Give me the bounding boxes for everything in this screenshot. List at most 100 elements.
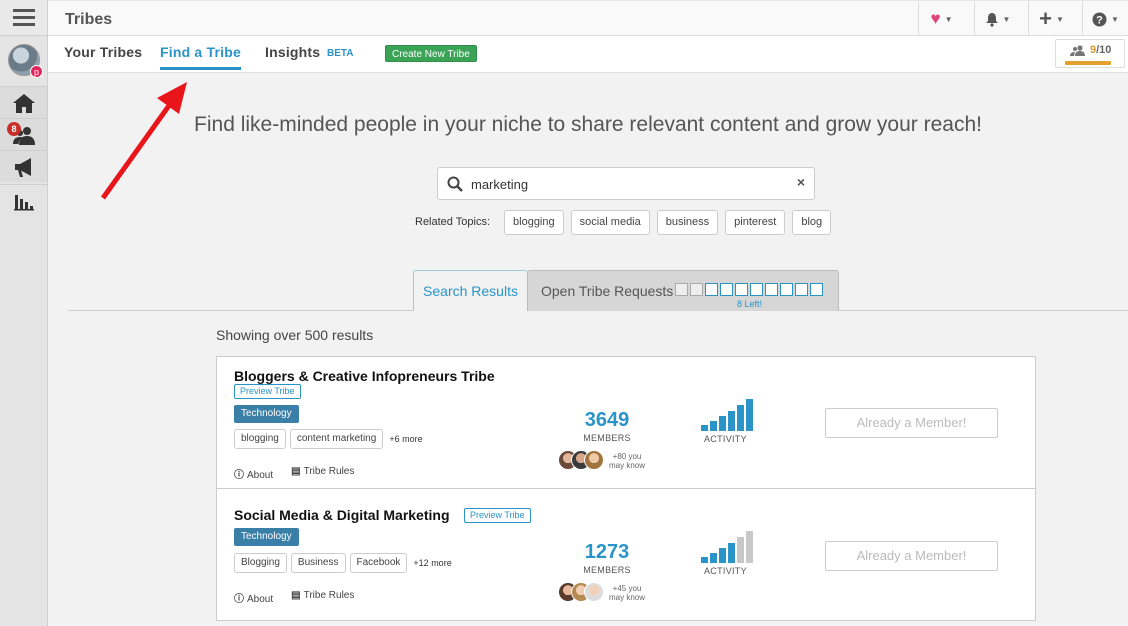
about-link[interactable]: ⓘ About	[234, 466, 273, 481]
tribe-tags: Blogging Business Facebook +12 more	[234, 553, 452, 573]
heart-icon: ♥	[930, 9, 941, 28]
chevron-down-icon: ▼	[944, 14, 953, 24]
related-topic-chip[interactable]: pinterest	[725, 209, 786, 235]
tribe-card: Social Media & Digital Marketing Preview…	[216, 488, 1036, 621]
users-icon	[1070, 44, 1085, 56]
favorites-button[interactable]: ♥ ▼	[918, 1, 964, 37]
info-icon: ⓘ	[234, 470, 244, 481]
tab-open-tribe-requests[interactable]: Open Tribe Requests 8 Left!	[527, 270, 839, 311]
mutual-member-avatars[interactable]	[558, 450, 604, 470]
quota-total: /10	[1096, 44, 1112, 56]
open-request-slot	[780, 283, 793, 296]
tag-chip[interactable]: Blogging	[234, 553, 287, 573]
about-label: About	[247, 470, 274, 481]
activity-bar	[737, 537, 744, 563]
open-request-slot	[720, 283, 733, 296]
create-new-tribe-button[interactable]: Create New Tribe	[385, 45, 477, 62]
bell-icon	[985, 12, 998, 27]
tribes-nav-button[interactable]: 8	[0, 118, 47, 150]
you-may-know-text: +45 you may know	[609, 584, 645, 602]
tag-chip[interactable]: Business	[290, 553, 346, 573]
activity-bar	[701, 557, 708, 563]
megaphone-icon[interactable]	[0, 150, 47, 182]
add-button[interactable]: + ▼	[1028, 1, 1074, 37]
you-may-know-label: may know	[609, 593, 646, 602]
plus-icon: +	[1039, 6, 1052, 31]
already-member-button[interactable]: Already a Member!	[825, 408, 998, 438]
related-topic-chip[interactable]: blogging	[504, 209, 564, 235]
avatar	[584, 582, 604, 602]
search-value: marketing	[471, 177, 529, 192]
category-badge[interactable]: Technology	[234, 528, 299, 546]
document-icon: ▤	[291, 466, 301, 477]
open-request-slot	[705, 283, 718, 296]
tag-chip[interactable]: Facebook	[349, 553, 408, 573]
bar-chart-icon[interactable]	[0, 184, 47, 216]
tab-find-a-tribe[interactable]: Find a Tribe	[160, 44, 241, 60]
open-request-slot	[765, 283, 778, 296]
red-annotation-arrow	[100, 82, 187, 200]
tribe-links: ⓘ About ▤ Tribe Rules	[234, 466, 354, 481]
svg-text:?: ?	[1096, 14, 1103, 26]
tab-search-results[interactable]: Search Results	[413, 270, 528, 311]
open-tribe-requests-label: Open Tribe Requests	[541, 283, 674, 299]
used-request-slot	[690, 283, 703, 296]
activity-bar	[737, 405, 744, 431]
already-member-button[interactable]: Already a Member!	[825, 541, 998, 571]
tribe-search-input[interactable]: marketing ×	[437, 167, 815, 200]
tribe-name[interactable]: Social Media & Digital Marketing	[234, 507, 450, 523]
info-icon: ⓘ	[234, 594, 244, 605]
page-headline: Find like-minded people in your niche to…	[194, 113, 982, 136]
activity-label: ACTIVITY	[704, 434, 747, 444]
activity-bar	[719, 416, 726, 431]
related-topic-chip[interactable]: business	[656, 209, 719, 235]
related-topic-chip[interactable]: social media	[570, 209, 650, 235]
related-topic-chip[interactable]: blog	[792, 209, 832, 235]
you-may-know-count: +80 you	[612, 452, 642, 461]
activity-bar	[719, 548, 726, 563]
avatar[interactable]: p	[8, 44, 43, 78]
active-tab-underline	[160, 67, 241, 70]
category-badge[interactable]: Technology	[234, 405, 299, 423]
related-topics: Related Topics: blogging social media bu…	[415, 209, 832, 235]
tribe-quota-indicator[interactable]: 9/10	[1055, 39, 1125, 68]
open-request-slot	[795, 283, 808, 296]
activity-bar	[728, 543, 735, 563]
tribe-rules-link[interactable]: ▤ Tribe Rules	[291, 466, 354, 481]
tag-chip[interactable]: content marketing	[289, 429, 384, 449]
more-tags-link[interactable]: +6 more	[389, 434, 422, 444]
open-request-slot	[750, 283, 763, 296]
left-rail: p 8	[0, 0, 48, 626]
results-count: Showing over 500 results	[216, 327, 374, 343]
document-icon: ▤	[291, 590, 301, 601]
home-icon[interactable]	[0, 86, 47, 118]
pinterest-icon: p	[30, 65, 43, 78]
mutual-member-avatars[interactable]	[558, 582, 604, 602]
more-tags-link[interactable]: +12 more	[413, 558, 451, 568]
tribe-rules-link[interactable]: ▤ Tribe Rules	[291, 590, 354, 605]
clear-search-icon[interactable]: ×	[797, 174, 805, 190]
tribe-links: ⓘ About ▤ Tribe Rules	[234, 590, 354, 605]
preview-tribe-button[interactable]: Preview Tribe	[464, 508, 531, 523]
activity-bar	[728, 411, 735, 431]
member-count: 3649	[584, 409, 630, 431]
open-request-slot	[735, 283, 748, 296]
about-label: About	[247, 594, 274, 605]
tab-insights[interactable]: Insights	[265, 44, 320, 60]
search-icon	[447, 176, 463, 192]
quota-progress-bar	[1065, 61, 1111, 65]
members-label: MEMBERS	[583, 565, 631, 575]
tab-your-tribes[interactable]: Your Tribes	[64, 44, 142, 60]
about-link[interactable]: ⓘ About	[234, 590, 273, 605]
preview-tribe-button[interactable]: Preview Tribe	[234, 384, 301, 399]
members-label: MEMBERS	[583, 433, 631, 443]
tag-chip[interactable]: blogging	[234, 429, 286, 449]
tribe-name[interactable]: Bloggers & Creative Infopreneurs Tribe	[234, 368, 495, 384]
hamburger-menu-icon[interactable]	[0, 0, 47, 36]
help-button[interactable]: ? ▼	[1082, 1, 1128, 37]
notifications-button[interactable]: ▼	[974, 1, 1020, 37]
used-request-slot	[675, 283, 688, 296]
chevron-down-icon: ▼	[1055, 14, 1064, 24]
tribe-tags: blogging content marketing +6 more	[234, 429, 423, 449]
activity-bar	[701, 425, 708, 431]
